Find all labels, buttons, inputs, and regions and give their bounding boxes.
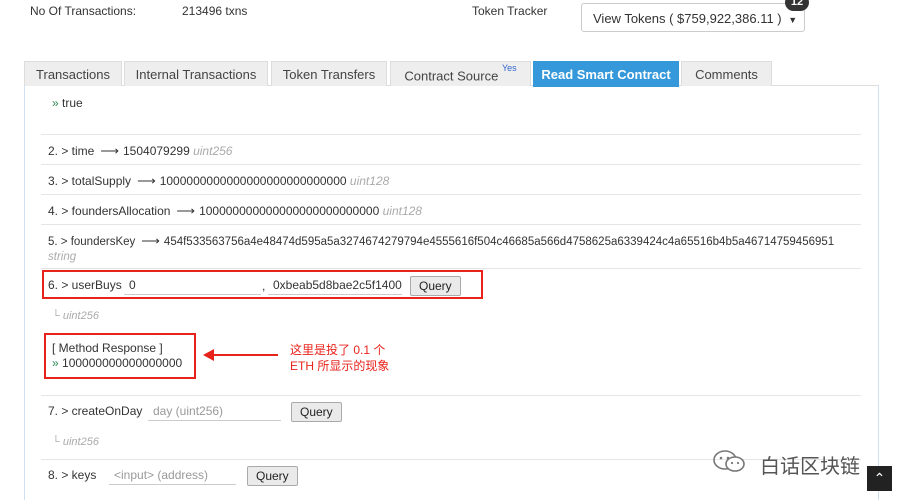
result-prefix: » [52, 356, 59, 370]
transactions-value: 213496 txns [182, 4, 248, 18]
tokens-count-badge: 12 [785, 0, 809, 11]
item-label: 4. > foundersAllocation [48, 204, 171, 218]
verified-yes-marker: Yes [501, 63, 517, 73]
item-label: 2. > time [48, 144, 95, 158]
annotation-line-1: 这里是投了 0.1 个 [290, 343, 386, 357]
tab-internal-transactions[interactable]: Internal Transactions [124, 61, 268, 86]
create-on-day-input[interactable]: day (uint256) [148, 401, 281, 421]
item-type: uint256 [193, 144, 233, 158]
tab-contract-source[interactable]: Contract Source Yes [390, 61, 531, 86]
tree-branch-icon: └ [52, 436, 60, 448]
user-buys-day-input[interactable]: 0 [124, 275, 261, 295]
keys-address-input[interactable]: <input> (address) [109, 465, 236, 485]
contract-item-time: 2. > time ⟶ 1504079299 uint256 [41, 134, 861, 164]
tab-transactions[interactable]: Transactions [24, 61, 122, 86]
item-label: 5. > foundersKey [48, 236, 136, 248]
param-separator: , [262, 279, 266, 293]
tab-read-smart-contract[interactable]: Read Smart Contract [533, 61, 679, 87]
annotation-arrow-icon [203, 349, 214, 361]
contract-item-founders-allocation: 4. > foundersAllocation ⟶ 1000000000000000… [41, 194, 861, 224]
method-response-value: 100000000000000000 [62, 356, 183, 370]
token-tracker-label: Token Tracker [472, 4, 548, 18]
item-type: string [48, 251, 77, 263]
item-label: 6. > userBuys [48, 278, 122, 292]
chevron-up-icon: ⌃ [873, 470, 886, 486]
method-response: [ Method Response ] » 100000000000000000 [52, 341, 182, 371]
arrow-right-icon: ⟶ [141, 233, 160, 248]
user-buys-query-button[interactable]: Query [410, 276, 461, 296]
contract-item-total-supply: 3. > totalSupply ⟶ 10000000000000000000000… [41, 164, 861, 194]
tree-branch-icon: └ [52, 310, 60, 322]
method-response-title: [ Method Response ] [52, 341, 163, 355]
item-label: 7. > createOnDay [48, 404, 143, 418]
view-tokens-label: View Tokens ( $759,922,386.11 ) [593, 11, 782, 26]
transactions-label: No Of Transactions: [30, 4, 137, 18]
item-value: 1000000000000000000000000000 [159, 174, 347, 188]
item-type: uint256 [62, 310, 99, 322]
result-value: true [62, 96, 83, 110]
wechat-icon [713, 450, 745, 472]
item-value: 1504079299 [123, 144, 190, 158]
arrow-right-icon: ⟶ [100, 143, 119, 158]
user-buys-return-type: └ uint256 [52, 310, 99, 322]
item-value: 100000000000000000000000000 [199, 204, 380, 218]
tab-token-transfers[interactable]: Token Transfers [271, 61, 387, 86]
arrow-right-icon: ⟶ [176, 203, 196, 218]
result-prefix: » [52, 96, 59, 110]
item-value: 454f533563756a4e48474d595a5a327467427979… [163, 236, 835, 248]
item-label: 8. > keys [48, 468, 97, 482]
create-on-day-return-type: └ uint256 [52, 436, 99, 448]
item-label: 3. > totalSupply [48, 174, 132, 188]
view-tokens-dropdown[interactable]: View Tokens ( $759,922,386.11 ) ▼ [581, 3, 805, 32]
caret-down-icon: ▼ [788, 15, 798, 25]
contract-item-founders-key: 5. > foundersKey ⟶ 454f533563756a4e48474d5… [41, 224, 861, 268]
annotation-arrow-line [212, 354, 278, 356]
create-on-day-query-button[interactable]: Query [291, 402, 342, 422]
annotation-line-2: ETH 所显示的现象 [290, 359, 390, 373]
item-type: uint128 [349, 174, 390, 188]
previous-result: » true [52, 96, 83, 110]
arrow-right-icon: ⟶ [137, 173, 156, 188]
watermark-text: 白话区块链 [760, 456, 860, 478]
annotation-note: 这里是投了 0.1 个 ETH 所显示的现象 [290, 342, 389, 374]
tab-bar: Transactions Internal Transactions Token… [24, 61, 879, 87]
user-buys-address-input[interactable]: 0xbeab5d8bae2c5f140000 [268, 275, 402, 295]
contract-overview: No Of Transactions: 213496 txns Token Tr… [0, 0, 900, 58]
tab-comments[interactable]: Comments [681, 61, 772, 86]
scroll-to-top-button[interactable]: ⌃ [867, 466, 892, 491]
item-type: uint256 [62, 436, 99, 448]
keys-query-button[interactable]: Query [247, 466, 298, 486]
item-type: uint128 [382, 204, 422, 218]
